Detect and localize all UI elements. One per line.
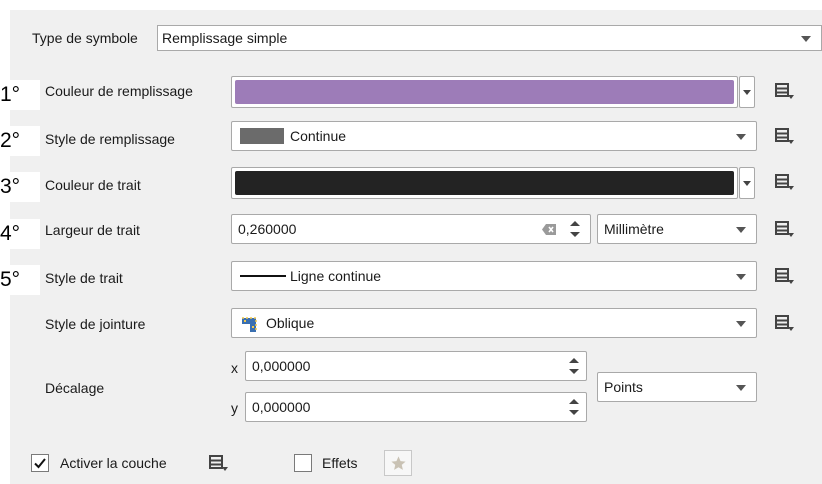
fill-color-button[interactable]: [231, 76, 738, 108]
join-style-combobox[interactable]: Oblique: [231, 308, 757, 338]
data-defined-override-icon[interactable]: [773, 219, 795, 239]
effects-label: Effets: [322, 455, 358, 471]
spin-down-icon[interactable]: [569, 369, 579, 374]
stroke-style-label: Style de trait: [45, 270, 123, 286]
data-defined-override-icon[interactable]: [773, 313, 795, 333]
effects-star-icon: [391, 456, 406, 470]
offset-y-value: 0,000000: [252, 399, 311, 415]
step-number-3: 3°: [0, 172, 40, 202]
spin-down-icon[interactable]: [570, 232, 580, 237]
chevron-down-icon: [736, 385, 746, 391]
offset-x-label: x: [231, 360, 238, 376]
offset-x-spinner[interactable]: [567, 355, 581, 377]
clear-icon[interactable]: [542, 224, 556, 235]
fill-color-label: Couleur de remplissage: [45, 83, 193, 99]
offset-unit-combobox[interactable]: Points: [597, 372, 757, 402]
spin-up-icon[interactable]: [569, 358, 579, 363]
enable-layer-label: Activer la couche: [60, 455, 167, 471]
symbol-type-combobox[interactable]: Remplissage simple: [157, 25, 822, 51]
stroke-width-value: 0,260000: [238, 221, 297, 237]
data-defined-override-icon[interactable]: [773, 126, 795, 146]
fill-style-combobox[interactable]: Continue: [231, 121, 757, 151]
data-defined-override-icon[interactable]: [207, 453, 229, 473]
step-number-1: 1°: [0, 80, 40, 110]
offset-y-spinner[interactable]: [567, 396, 581, 418]
chevron-down-icon: [736, 134, 746, 140]
fill-color-swatch: [235, 80, 734, 104]
symbol-properties-panel: Type de symbole Remplissage simple Coule…: [10, 10, 822, 484]
stroke-width-input[interactable]: 0,260000: [231, 214, 591, 244]
data-defined-override-icon[interactable]: [773, 172, 795, 192]
symbol-type-label: Type de symbole: [32, 30, 138, 46]
stroke-width-unit-combobox[interactable]: Millimètre: [597, 214, 757, 244]
chevron-down-icon: [801, 36, 811, 42]
effects-checkbox[interactable]: [294, 454, 312, 472]
checkmark-icon: [34, 458, 46, 469]
stroke-style-combobox[interactable]: Ligne continue: [231, 261, 757, 291]
join-style-label: Style de jointure: [45, 316, 146, 332]
offset-x-value: 0,000000: [252, 358, 311, 374]
data-defined-override-icon[interactable]: [773, 81, 795, 101]
chevron-down-icon: [736, 321, 746, 327]
fill-style-label: Style de remplissage: [45, 131, 175, 147]
offset-y-label: y: [231, 400, 238, 416]
effects-button[interactable]: [384, 450, 412, 476]
stroke-color-swatch: [235, 171, 734, 195]
spin-up-icon[interactable]: [570, 221, 580, 226]
fill-style-swatch: [240, 128, 284, 144]
chevron-down-icon: [736, 227, 746, 233]
stroke-width-label: Largeur de trait: [45, 222, 140, 238]
offset-unit-value: Points: [604, 379, 643, 395]
stroke-color-label: Couleur de trait: [45, 177, 141, 193]
data-defined-override-icon[interactable]: [773, 266, 795, 286]
offset-label: Décalage: [45, 380, 105, 396]
stroke-color-menu-button[interactable]: [739, 167, 755, 199]
symbol-type-value: Remplissage simple: [162, 30, 288, 46]
offset-x-input[interactable]: 0,000000: [245, 351, 587, 381]
stroke-style-value: Ligne continue: [290, 268, 382, 284]
stroke-width-spinner[interactable]: [568, 218, 582, 240]
step-number-5: 5°: [0, 265, 40, 295]
enable-layer-checkbox[interactable]: [31, 454, 49, 472]
solid-line-icon: [240, 275, 286, 277]
step-number-4: 4°: [0, 219, 40, 249]
join-style-value: Oblique: [266, 315, 315, 331]
chevron-down-icon: [736, 274, 746, 280]
offset-y-input[interactable]: 0,000000: [245, 392, 587, 422]
fill-style-value: Continue: [290, 128, 347, 144]
miter-join-icon: [242, 317, 257, 332]
step-number-2: 2°: [0, 126, 40, 156]
fill-color-menu-button[interactable]: [739, 76, 755, 108]
stroke-color-button[interactable]: [231, 167, 738, 199]
spin-down-icon[interactable]: [569, 410, 579, 415]
spin-up-icon[interactable]: [569, 399, 579, 404]
stroke-width-unit-value: Millimètre: [604, 221, 664, 237]
